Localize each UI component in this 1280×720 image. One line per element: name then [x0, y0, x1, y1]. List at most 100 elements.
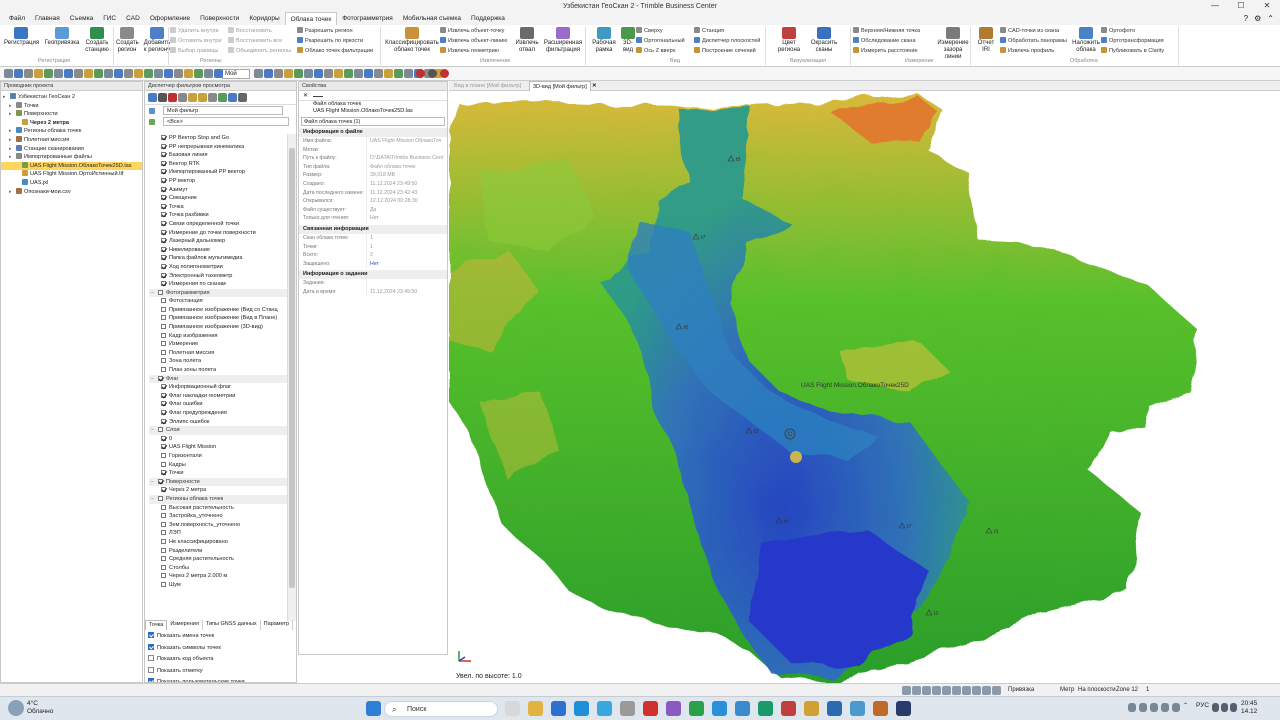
menu-item[interactable]: Поддержка: [466, 12, 510, 25]
toolbar-icon[interactable]: [416, 69, 425, 78]
ribbon-button[interactable]: 3D-вид: [620, 27, 636, 54]
filter-row[interactable]: Зем.поверхность_уточнено: [149, 521, 287, 530]
filter-tab[interactable]: Измерения: [167, 620, 203, 630]
filter-row[interactable]: Привязанное изображение (Вид со Станц: [149, 306, 287, 315]
filter-tool-icon[interactable]: [168, 93, 177, 102]
toolbar-icon[interactable]: [314, 69, 323, 78]
checkbox[interactable]: [161, 384, 166, 390]
checkbox[interactable]: [161, 452, 166, 458]
checkbox[interactable]: [161, 281, 166, 287]
filter-tool-icon[interactable]: [198, 93, 207, 102]
system-tray-icon[interactable]: [1212, 703, 1219, 712]
ribbon-small-button[interactable]: Извлечь профиль: [1000, 47, 1054, 55]
property-value[interactable]: UAS Flight Mission.ОблакоТоч: [366, 137, 447, 146]
filter-row[interactable]: Зона полета: [149, 357, 287, 366]
checkbox[interactable]: [161, 410, 166, 415]
property-value[interactable]: 39,018 MB: [366, 171, 447, 180]
toolbar-icon[interactable]: [364, 69, 373, 78]
keyboard-language[interactable]: РУС: [1196, 702, 1209, 709]
filter-row[interactable]: PP Вектор Stop and Go: [149, 134, 287, 143]
minus-icon[interactable]: [313, 96, 323, 97]
property-value[interactable]: [366, 145, 447, 155]
start-button-icon[interactable]: [366, 701, 381, 716]
checkbox[interactable]: [161, 160, 166, 166]
expand-arrow-icon[interactable]: ▸: [9, 145, 16, 154]
checkbox[interactable]: [158, 478, 163, 484]
checkbox[interactable]: [161, 538, 166, 544]
filter-row[interactable]: Через 2 метра 2.000 м: [149, 572, 287, 581]
toolbar-icon[interactable]: [344, 69, 353, 78]
toolbar-icon[interactable]: [384, 69, 393, 78]
tree-item[interactable]: UAS Flight Mission.ОртоИстинный.tif: [1, 170, 142, 179]
filter-row[interactable]: Разделители: [149, 547, 287, 556]
checkbox[interactable]: [161, 306, 166, 312]
filter-row[interactable]: Флаг ошибки: [149, 400, 287, 409]
ribbon-small-button[interactable]: Восстановить все: [228, 37, 282, 45]
tree-item[interactable]: ▸ Станции сканирования: [1, 144, 142, 154]
property-value[interactable]: Нет: [366, 214, 447, 223]
taskbar-app-icon[interactable]: [666, 701, 681, 716]
toolbar-icon[interactable]: [84, 69, 93, 78]
ribbon-small-button[interactable]: Облако точек фильтрации: [297, 47, 373, 55]
toolbar-icon[interactable]: [374, 69, 383, 78]
checkbox[interactable]: [158, 375, 163, 381]
taskbar-app-icon[interactable]: [735, 701, 750, 716]
toolbar-icon[interactable]: [14, 69, 23, 78]
checkbox[interactable]: [161, 487, 166, 493]
property-value[interactable]: D:\DATA\Trimble Business Cent: [366, 154, 447, 163]
units-status[interactable]: Метр: [1060, 684, 1074, 696]
filter-row[interactable]: PP непрерывная кинематика: [149, 143, 287, 152]
ribbon-small-button[interactable]: Объединить регионы: [228, 47, 291, 55]
checkbox[interactable]: [158, 427, 163, 433]
checkbox[interactable]: [161, 341, 166, 347]
status-icon[interactable]: [952, 686, 961, 695]
filter-row[interactable]: Высокая растительность: [149, 504, 287, 513]
ribbon-small-button[interactable]: Измерить расстояние: [853, 47, 918, 55]
menu-item[interactable]: Мобильная съемка: [398, 12, 466, 25]
status-icon[interactable]: [982, 686, 991, 695]
checkbox[interactable]: [161, 564, 166, 570]
taskbar-app-icon[interactable]: [712, 701, 727, 716]
checkbox[interactable]: [161, 461, 166, 467]
ribbon-button[interactable]: Геопривязка: [44, 27, 80, 47]
menu-item[interactable]: Съемка: [65, 12, 98, 25]
checkbox[interactable]: [161, 246, 166, 252]
checkbox[interactable]: [161, 556, 166, 562]
filter-row[interactable]: Через 2 метра: [149, 486, 287, 495]
menu-item[interactable]: Оформление: [145, 12, 195, 25]
filter-tab[interactable]: Типы GNSS данных: [203, 620, 261, 630]
taskbar-app-icon[interactable]: [574, 701, 589, 716]
toolbar-icon[interactable]: [194, 69, 203, 78]
checkbox[interactable]: [161, 392, 166, 398]
taskbar-app-icon[interactable]: [643, 701, 658, 716]
status-icon[interactable]: [992, 686, 1001, 695]
ribbon-small-button[interactable]: Разрешить по яркости: [297, 37, 363, 45]
toolbar-icon[interactable]: [94, 69, 103, 78]
tray-chevron-icon[interactable]: ⌃: [1183, 702, 1188, 709]
toolbar-icon[interactable]: [34, 69, 43, 78]
ribbon-small-button[interactable]: Ось Z вверх: [636, 47, 675, 55]
checkbox[interactable]: [161, 401, 166, 407]
settings-icon[interactable]: ⚙: [1254, 14, 1261, 23]
expand-arrow-icon[interactable]: ▸: [9, 188, 16, 197]
ribbon-small-button[interactable]: Сверху: [636, 27, 663, 35]
tree-item[interactable]: ▸ Полетная миссия: [1, 135, 142, 145]
ribbon-button[interactable]: Наложить облака: [1071, 27, 1101, 54]
collapse-ribbon-icon[interactable]: ⌃: [1267, 14, 1274, 23]
tree-item[interactable]: UAS.jxl: [1, 178, 142, 188]
toolbar-icon[interactable]: [440, 69, 449, 78]
checkbox[interactable]: [161, 263, 166, 269]
status-icon[interactable]: [932, 686, 941, 695]
filter-row[interactable]: ЛЭП: [149, 529, 287, 538]
toolbar-icon[interactable]: [154, 69, 163, 78]
filter-row[interactable]: Нивелирование: [149, 246, 287, 255]
filter-tool-icon[interactable]: [228, 93, 237, 102]
checkbox[interactable]: [148, 666, 154, 673]
tree-item[interactable]: ▸ Точки: [1, 101, 142, 111]
filter-tab[interactable]: Параметр: [261, 620, 294, 630]
menu-item[interactable]: ГИС: [98, 12, 121, 25]
status-icon[interactable]: [922, 686, 931, 695]
filter-tool-icon[interactable]: [148, 93, 157, 102]
filter-category[interactable]: − Флаг: [149, 374, 287, 384]
menu-item[interactable]: CAD: [121, 12, 145, 25]
